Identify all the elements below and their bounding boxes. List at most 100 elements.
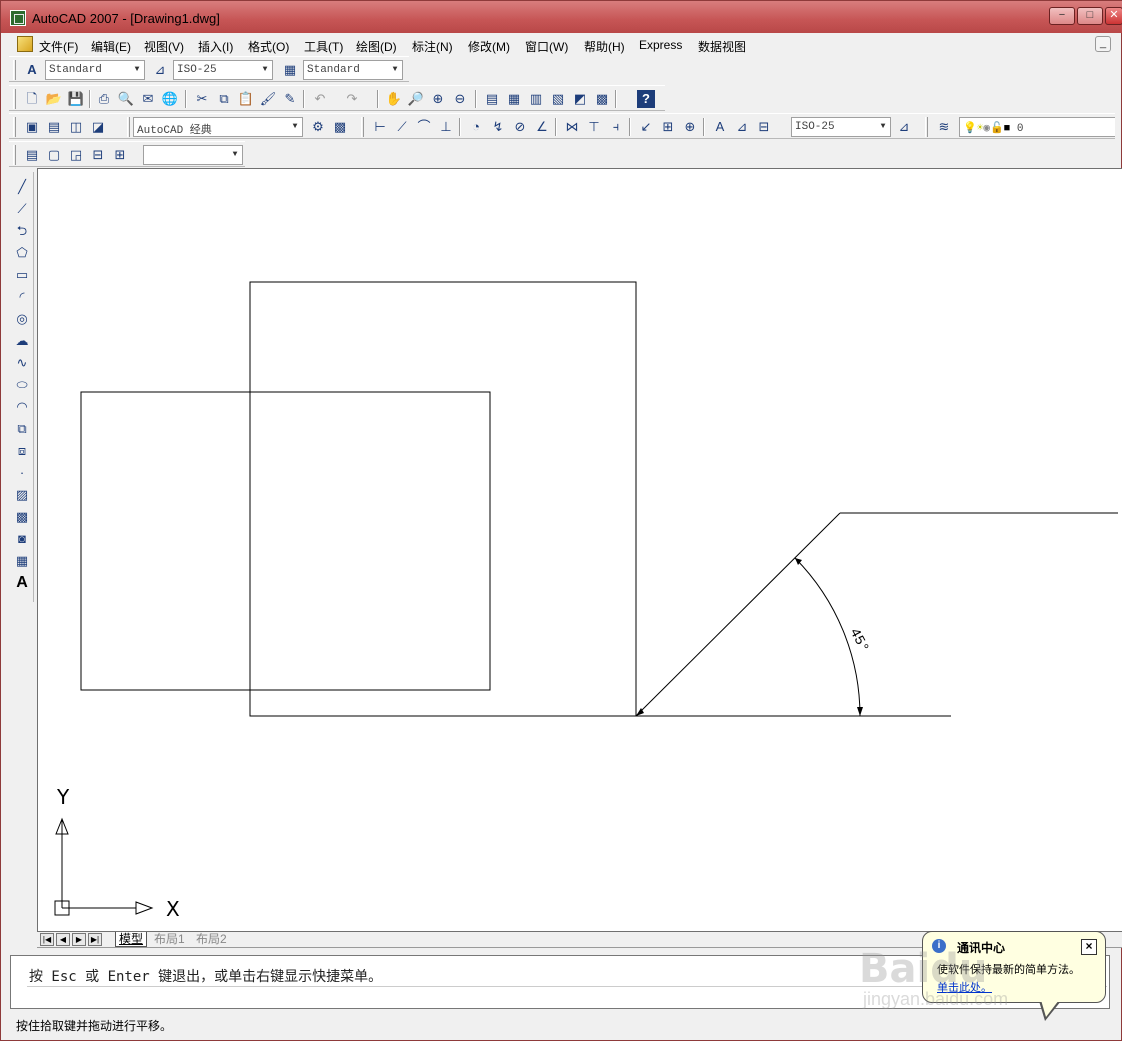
revision-cloud-icon[interactable]: ☁ bbox=[13, 332, 31, 350]
tab-layout1[interactable]: 布局1 bbox=[151, 932, 188, 947]
new-layout-icon[interactable]: ▤ bbox=[23, 146, 41, 164]
menu-edit[interactable]: 编辑(E) bbox=[91, 38, 131, 55]
zoom-window-icon[interactable]: ⊕ bbox=[429, 90, 447, 108]
table-style-combo[interactable]: Standard ▼ bbox=[303, 60, 403, 80]
dim-diameter-icon[interactable]: ⊘ bbox=[511, 118, 529, 136]
region-icon[interactable]: ◙ bbox=[13, 530, 31, 548]
doc-minimize-button[interactable]: _ bbox=[1095, 36, 1111, 52]
text-style-icon[interactable]: A bbox=[23, 61, 41, 79]
gradient-icon[interactable]: ▩ bbox=[13, 508, 31, 526]
first-tab-button[interactable]: |◀ bbox=[40, 933, 54, 946]
toolbar-grip[interactable] bbox=[361, 117, 364, 137]
table-style-icon[interactable]: ▦ bbox=[281, 61, 299, 79]
restore-button[interactable]: □ bbox=[1077, 7, 1103, 25]
menu-tools[interactable]: 工具(T) bbox=[304, 38, 343, 55]
tab-layout2[interactable]: 布局2 bbox=[193, 932, 230, 947]
layer-combo[interactable]: 💡☀◉🔓■ 0 bbox=[959, 117, 1115, 137]
paste-icon[interactable]: 📋 bbox=[237, 90, 255, 108]
document-icon[interactable] bbox=[17, 36, 33, 52]
toolbar-grip[interactable] bbox=[13, 60, 16, 80]
dim-jogged-icon[interactable]: ↯ bbox=[489, 118, 507, 136]
workspace-combo[interactable]: AutoCAD 经典 ▼ bbox=[133, 117, 303, 137]
text-style-combo[interactable]: Standard ▼ bbox=[45, 60, 145, 80]
menu-express[interactable]: Express bbox=[639, 38, 682, 52]
design-center-icon[interactable]: ▦ bbox=[505, 90, 523, 108]
toolbar-grip[interactable] bbox=[925, 117, 928, 137]
save-icon[interactable]: 💾 bbox=[67, 90, 85, 108]
menu-data-view[interactable]: 数据视图 bbox=[698, 38, 746, 55]
make-block-icon[interactable]: ⧈ bbox=[13, 442, 31, 460]
publish-icon[interactable]: ✉ bbox=[139, 90, 157, 108]
viewport-scale-combo[interactable]: ▼ bbox=[143, 145, 243, 165]
copy-icon[interactable]: ⧉ bbox=[215, 90, 233, 108]
properties-icon[interactable]: ▤ bbox=[483, 90, 501, 108]
rectangle-icon[interactable]: ▭ bbox=[13, 266, 31, 284]
new-icon[interactable]: 🗋 bbox=[23, 90, 41, 108]
quick-dim-icon[interactable]: ⋈ bbox=[563, 118, 581, 136]
menu-help[interactable]: 帮助(H) bbox=[584, 38, 625, 55]
multiline-text-icon[interactable]: A bbox=[13, 574, 31, 592]
dim-radius-icon[interactable]: ◔ bbox=[467, 118, 485, 136]
web-icon[interactable]: 🌐 bbox=[161, 90, 179, 108]
dim-edit-icon[interactable]: A bbox=[711, 118, 729, 136]
dim-continue-icon[interactable]: ⫞ bbox=[607, 118, 625, 136]
pan-icon[interactable]: ✋ bbox=[385, 90, 403, 108]
menu-file[interactable]: 文件(F) bbox=[39, 38, 78, 55]
workspace-gear-icon[interactable]: ⚙ bbox=[309, 118, 327, 136]
sheet-set-icon[interactable]: ▧ bbox=[549, 90, 567, 108]
last-tab-button[interactable]: ▶| bbox=[88, 933, 102, 946]
arc-icon[interactable]: ◜ bbox=[13, 288, 31, 306]
workspace-settings-icon[interactable]: ◫ bbox=[67, 118, 85, 136]
block-editor-icon[interactable]: ✎ bbox=[281, 90, 299, 108]
insert-block-icon[interactable]: ⧉ bbox=[13, 420, 31, 438]
dim-arc-icon[interactable]: ⌒ bbox=[415, 118, 433, 136]
large-rectangle[interactable] bbox=[249, 281, 637, 717]
hatch-icon[interactable]: ▨ bbox=[13, 486, 31, 504]
open-icon[interactable]: 📂 bbox=[45, 90, 63, 108]
polygon-icon[interactable]: ⬠ bbox=[13, 244, 31, 262]
construction-line-icon[interactable]: ⟋ bbox=[13, 200, 31, 218]
layer-manager-icon[interactable]: ≋ bbox=[935, 118, 953, 136]
redo-icon[interactable]: ↷ bbox=[343, 90, 361, 108]
dim-style-icon[interactable]: ⊿ bbox=[151, 61, 169, 79]
table-icon[interactable]: ▦ bbox=[13, 552, 31, 570]
autocad-app-icon[interactable] bbox=[10, 10, 26, 26]
workspace-lock-icon[interactable]: ▩ bbox=[331, 118, 349, 136]
angled-line[interactable] bbox=[635, 512, 841, 717]
tab-model[interactable]: 模型 bbox=[115, 932, 148, 947]
toolbar-grip[interactable] bbox=[13, 145, 16, 165]
workspace-custom-icon[interactable]: ◪ bbox=[89, 118, 107, 136]
zoom-previous-icon[interactable]: ⊖ bbox=[451, 90, 469, 108]
line-icon[interactable]: ╱ bbox=[13, 178, 31, 196]
workspace-save-icon[interactable]: ▤ bbox=[45, 118, 63, 136]
workspace-icon[interactable]: ▣ bbox=[23, 118, 41, 136]
dim-style-combo[interactable]: ISO-25 ▼ bbox=[173, 60, 273, 80]
dim-update-icon[interactable]: ⊟ bbox=[755, 118, 773, 136]
menu-view[interactable]: 视图(V) bbox=[144, 38, 184, 55]
minimize-button[interactable]: − bbox=[1049, 7, 1075, 25]
dim-style-manager-icon[interactable]: ⊿ bbox=[895, 118, 913, 136]
polyline-icon[interactable]: ⮌ bbox=[13, 222, 31, 240]
dim-aligned-icon[interactable]: ⟋ bbox=[393, 118, 411, 136]
ellipse-icon[interactable]: ⬭ bbox=[13, 376, 31, 394]
dim-text-edit-icon[interactable]: ⊿ bbox=[733, 118, 751, 136]
page-setup-icon[interactable]: ◲ bbox=[67, 146, 85, 164]
toolbar-grip[interactable] bbox=[13, 89, 16, 109]
ellipse-arc-icon[interactable]: ◠ bbox=[13, 398, 31, 416]
menu-insert[interactable]: 插入(I) bbox=[198, 38, 233, 55]
close-button[interactable]: ✕ bbox=[1105, 7, 1122, 25]
prev-tab-button[interactable]: ◀ bbox=[56, 933, 70, 946]
toolbar-grip[interactable] bbox=[13, 117, 16, 137]
layout-template-icon[interactable]: ▢ bbox=[45, 146, 63, 164]
menu-window[interactable]: 窗口(W) bbox=[525, 38, 568, 55]
point-icon[interactable]: · bbox=[13, 464, 31, 482]
small-rectangle[interactable] bbox=[80, 391, 491, 691]
dim-ordinate-icon[interactable]: ⊥ bbox=[437, 118, 455, 136]
balloon-close-button[interactable]: × bbox=[1081, 939, 1097, 955]
undo-icon[interactable]: ↶ bbox=[311, 90, 329, 108]
menu-format[interactable]: 格式(O) bbox=[248, 38, 289, 55]
center-mark-icon[interactable]: ⊕ bbox=[681, 118, 699, 136]
print-icon[interactable]: ⎙ bbox=[95, 90, 113, 108]
toolbar-grip[interactable] bbox=[127, 117, 130, 137]
viewport-polygon-icon[interactable]: ⊞ bbox=[111, 146, 129, 164]
